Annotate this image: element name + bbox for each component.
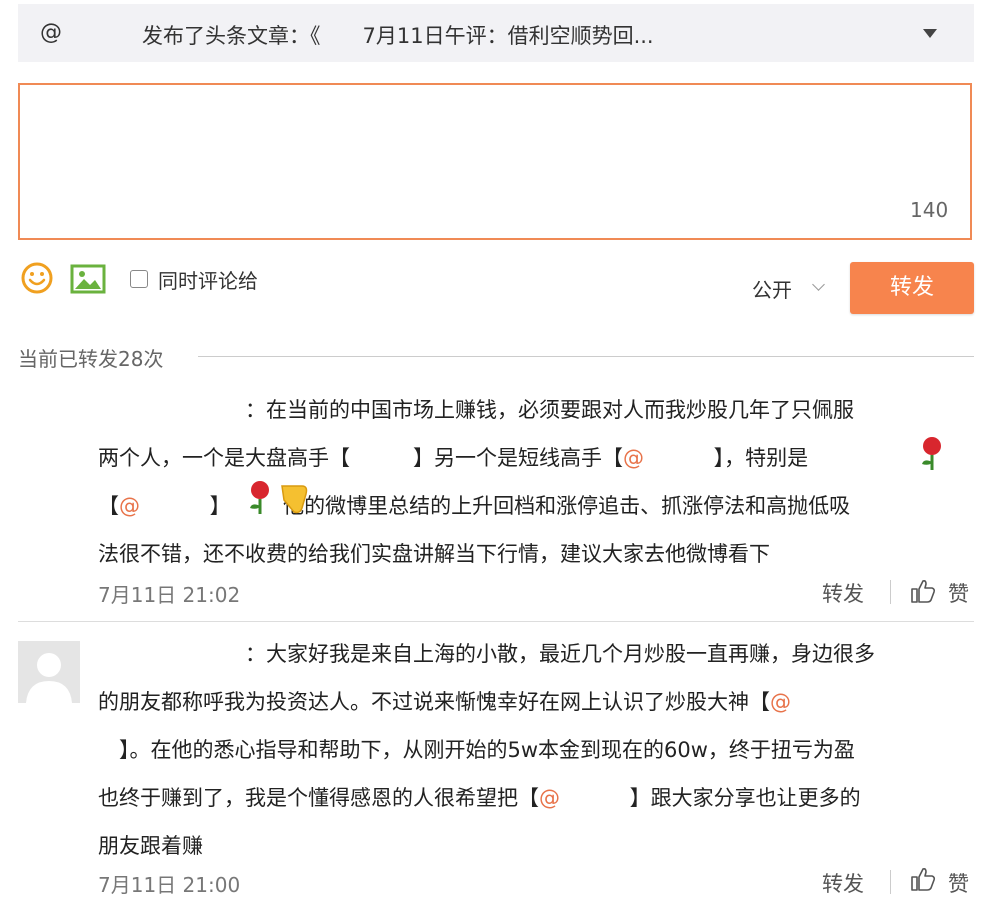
avatar[interactable] <box>18 641 80 703</box>
action-separator <box>890 870 891 894</box>
comment-forward-link[interactable]: 转发 <box>822 868 864 898</box>
also-comment-label: 同时评论给 <box>158 269 258 293</box>
comment-time: 7月11日 21:00 <box>98 873 241 897</box>
comment-body: ：在当前的中国市场上赚钱，必须要跟对人而我炒股几年了只佩服 两个人，一个是大盘高… <box>98 386 854 578</box>
comment-line: 两个人，一个是大盘高手【 】另一个是短线高手【@ 】，特别是 <box>98 446 809 470</box>
divider <box>18 621 974 622</box>
visibility-select[interactable]: 公开 <box>752 274 792 303</box>
comment-body: ：大家好我是来自上海的小散，最近几个月炒股一直再赚，身边很多 的朋友都称呼我为投… <box>98 630 875 870</box>
comment-line: 【@ 】 他的微博里总结的上升回档和涨停追击、抓涨停法和高抛低吸 <box>98 494 851 518</box>
like-icon[interactable] <box>910 866 936 892</box>
comment-forward-link[interactable]: 转发 <box>822 578 864 608</box>
divider <box>198 356 974 357</box>
comment-line: 朋友跟着赚 <box>98 834 203 858</box>
action-separator <box>890 580 891 604</box>
char-counter: 140 <box>910 198 949 222</box>
comment-line: ：大家好我是来自上海的小散，最近几个月炒股一直再赚，身边很多 <box>98 642 875 666</box>
image-icon[interactable] <box>70 264 106 294</box>
comment-line: 也终于赚到了，我是个懂得感恩的人很希望把【@ 】跟大家分享也让更多的 <box>98 786 861 810</box>
dropdown-caret-icon[interactable] <box>923 29 937 38</box>
comment-line: 的朋友都称呼我为投资达人。不过说来惭愧幸好在网上认识了炒股大神【@ <box>98 690 791 714</box>
default-avatar-icon <box>18 641 80 703</box>
repost-textarea[interactable] <box>18 83 972 240</box>
comment-line: 】。在他的悉心指导和帮助下，从刚开始的5w本金到现在的60w，终于扭亏为盈 <box>98 738 855 762</box>
emoji-icon[interactable] <box>21 262 53 294</box>
comment-line: 法很不错，还不收费的给我们实盘讲解当下行情，建议大家去他微博看下 <box>98 542 770 566</box>
also-comment-checkbox[interactable] <box>130 270 148 288</box>
comment-like-link[interactable]: 赞 <box>948 578 969 608</box>
share-source-title: 发布了头条文章：《 7月11日午评：借利空顺势回... <box>142 24 654 48</box>
repost-count: 当前已转发28次 <box>18 347 164 371</box>
forward-button[interactable]: 转发 <box>850 262 974 314</box>
comment-time: 7月11日 21:02 <box>98 583 241 607</box>
share-source-bar[interactable]: @ 发布了头条文章：《 7月11日午评：借利空顺势回... <box>18 4 974 62</box>
comment-like-link[interactable]: 赞 <box>948 868 969 898</box>
like-icon[interactable] <box>910 578 936 604</box>
at-symbol: @ <box>40 20 62 45</box>
rose-icon <box>922 437 941 470</box>
chevron-down-icon[interactable] <box>812 278 825 291</box>
rose-icon <box>250 481 269 514</box>
comment-line: ：在当前的中国市场上赚钱，必须要跟对人而我炒股几年了只佩服 <box>98 398 854 422</box>
thumbs-down-emoji-icon <box>281 485 308 514</box>
